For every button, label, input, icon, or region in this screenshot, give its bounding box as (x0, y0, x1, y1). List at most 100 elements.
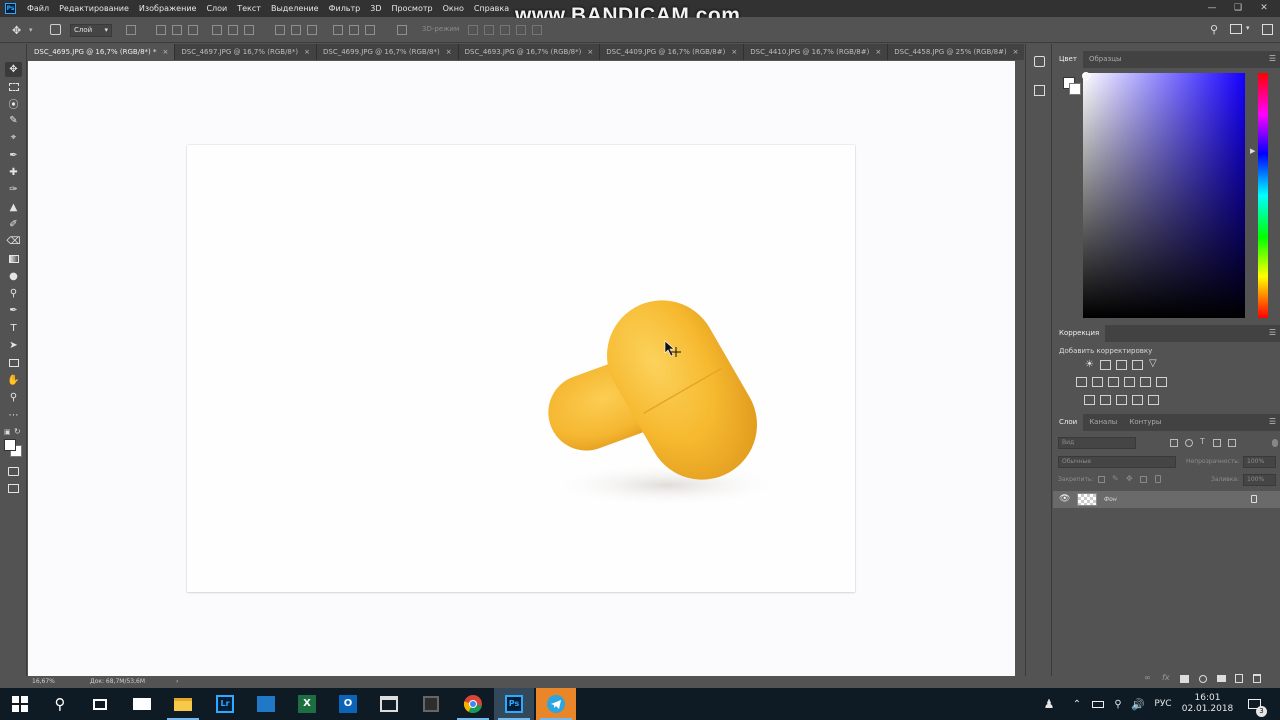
dodge-tool-icon[interactable]: ⚲ (5, 286, 22, 301)
distribute-right-icon[interactable] (365, 25, 375, 35)
properties-panel-icon[interactable] (1034, 85, 1045, 96)
align-vcenter-icon[interactable] (172, 25, 182, 35)
scale-3d-icon[interactable] (532, 25, 542, 35)
close-tab-icon[interactable]: × (304, 48, 310, 56)
layer-filter-dropdown[interactable]: Вид (1058, 437, 1136, 449)
film-icon[interactable] (369, 688, 409, 720)
background-swatch[interactable] (1069, 83, 1081, 95)
tab-color[interactable]: Цвет (1053, 51, 1083, 68)
default-colors-icon[interactable]: ▣ (4, 428, 11, 436)
history-panel-icon[interactable] (1034, 56, 1045, 67)
eyedropper-tool-icon[interactable]: ✒ (5, 148, 22, 163)
history-brush-tool-icon[interactable]: ✐ (5, 217, 22, 232)
trash-icon[interactable] (1253, 674, 1261, 683)
menu-select[interactable]: Выделение (266, 0, 324, 17)
filter-adjustment-icon[interactable] (1185, 439, 1193, 447)
levels-icon[interactable] (1100, 360, 1111, 370)
new-layer-icon[interactable] (1235, 674, 1243, 683)
chrome-icon[interactable] (453, 688, 493, 720)
people-icon[interactable]: ♟ (1040, 688, 1058, 720)
doc-tab-7[interactable]: DSC_4458.JPG @ 25% (RGB/8#) × (888, 44, 1026, 60)
eraser-tool-icon[interactable]: ⌫ (5, 234, 22, 249)
distribute-hcenter-icon[interactable] (349, 25, 359, 35)
blank-app-icon[interactable] (411, 688, 451, 720)
menu-view[interactable]: Просмотр (387, 0, 438, 17)
menu-image[interactable]: Изображение (134, 0, 202, 17)
blur-tool-icon[interactable]: ● (5, 269, 22, 284)
wifi-icon[interactable]: ⚲ (1111, 688, 1125, 720)
close-tab-icon[interactable]: × (162, 48, 168, 56)
zoom-level[interactable]: 16,67% (32, 676, 55, 688)
filter-toggle[interactable] (1272, 439, 1278, 447)
channel-mixer-icon[interactable] (1140, 377, 1151, 387)
lock-all-icon[interactable] (1155, 475, 1161, 483)
clone-stamp-tool-icon[interactable]: ▲ (5, 200, 22, 215)
lock-artboard-icon[interactable] (1140, 476, 1147, 483)
photoshop-logo-icon[interactable]: Ps (5, 3, 16, 14)
language-indicator[interactable]: РУС (1151, 688, 1175, 720)
menu-help[interactable]: Справка (469, 0, 514, 17)
menu-window[interactable]: Окно (438, 0, 469, 17)
chevron-down-icon[interactable]: ▾ (29, 26, 33, 34)
foreground-color-swatch[interactable] (4, 439, 16, 451)
orbit-3d-icon[interactable] (468, 25, 478, 35)
tab-swatches[interactable]: Образцы (1083, 51, 1128, 68)
minimize-icon[interactable]: — (1200, 0, 1224, 17)
auto-select-dropdown[interactable]: Слой ▾ (70, 24, 112, 37)
healing-brush-tool-icon[interactable]: ✚ (5, 165, 22, 180)
align-left-icon[interactable] (212, 25, 222, 35)
hue-slider-handle-icon[interactable]: ▶ (1250, 147, 1255, 155)
align-right-icon[interactable] (244, 25, 254, 35)
menu-file[interactable]: Файл (22, 0, 54, 17)
task-view-icon[interactable] (80, 688, 120, 720)
tray-expand-icon[interactable]: ⌃ (1070, 688, 1084, 720)
add-mask-icon[interactable] (1180, 675, 1189, 683)
close-icon[interactable]: ✕ (1252, 0, 1276, 17)
lock-transparency-icon[interactable] (1098, 476, 1105, 483)
tab-adjustments[interactable]: Коррекция (1053, 325, 1106, 342)
brush-tool-icon[interactable]: ✑ (5, 182, 22, 197)
filter-type-icon[interactable]: T (1200, 437, 1205, 446)
layer-thumbnail[interactable] (1077, 493, 1097, 506)
fx-icon[interactable]: fx (1162, 673, 1170, 682)
marquee-tool-icon[interactable] (5, 79, 22, 94)
curves-icon[interactable] (1116, 360, 1127, 370)
distribute-vcenter-icon[interactable] (291, 25, 301, 35)
move-tool-icon[interactable]: ✥ (5, 62, 22, 77)
store-icon[interactable] (246, 688, 286, 720)
panel-menu-icon[interactable]: ☰ (1269, 55, 1276, 63)
align-bottom-icon[interactable] (188, 25, 198, 35)
menu-filter[interactable]: Фильтр (324, 0, 366, 17)
distribute-top-icon[interactable] (275, 25, 285, 35)
doc-tab-5[interactable]: DSC_4409.JPG @ 16,7% (RGB/8#) × (600, 44, 745, 60)
distribute-left-icon[interactable] (333, 25, 343, 35)
opacity-field[interactable]: 100% (1243, 456, 1276, 468)
close-tab-icon[interactable]: × (587, 48, 593, 56)
slide-3d-icon[interactable] (516, 25, 526, 35)
fill-field[interactable]: 100% (1243, 474, 1276, 486)
adjustment-layer-icon[interactable] (1199, 675, 1207, 683)
pen-tool-icon[interactable]: ✒ (5, 303, 22, 318)
screen-mode-icon[interactable] (5, 481, 22, 496)
hue-saturation-icon[interactable] (1076, 377, 1087, 387)
layer-row[interactable]: 👁 Фон (1053, 491, 1280, 508)
quick-select-tool-icon[interactable]: ✎ (5, 113, 22, 128)
rectangle-tool-icon[interactable] (5, 355, 22, 370)
swap-colors-icon[interactable]: ↻ (14, 427, 21, 436)
quick-mask-icon[interactable] (5, 464, 22, 479)
zoom-tool-icon[interactable]: ⚲ (5, 390, 22, 405)
new-group-icon[interactable] (1217, 675, 1226, 682)
invert-icon[interactable] (1084, 395, 1095, 405)
selective-color-icon[interactable] (1132, 395, 1143, 405)
filter-pixel-icon[interactable] (1170, 439, 1178, 447)
filter-smart-object-icon[interactable] (1228, 439, 1236, 447)
doc-tab-4[interactable]: DSC_4693.JPG @ 16,7% (RGB/8*) × (459, 44, 601, 60)
tab-channels[interactable]: Каналы (1083, 414, 1123, 431)
blend-mode-dropdown[interactable]: Обычные (1058, 456, 1176, 468)
file-explorer-icon[interactable] (163, 688, 203, 720)
menu-type[interactable]: Текст (232, 0, 266, 17)
color-lookup-icon[interactable] (1156, 377, 1167, 387)
volume-icon[interactable]: 🔊 (1131, 688, 1145, 720)
outlook-icon[interactable]: O (328, 688, 368, 720)
color-field[interactable] (1083, 73, 1245, 318)
